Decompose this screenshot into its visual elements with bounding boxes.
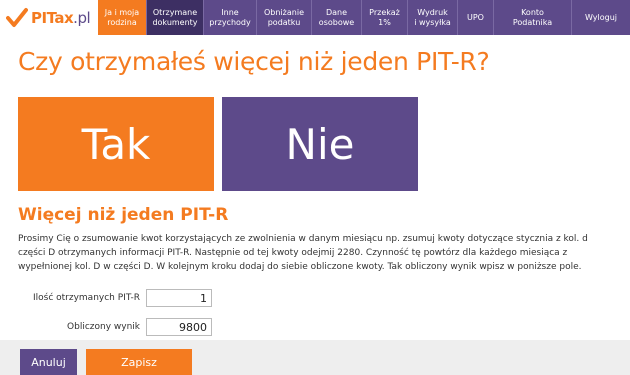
yes-button[interactable]: Tak <box>18 97 214 191</box>
main-content: Czy otrzymałeś więcej niż jeden PIT-R? T… <box>0 35 630 340</box>
footer-bar: Anuluj Zapisz <box>0 340 630 375</box>
brand-name: PITax.pl <box>31 8 91 27</box>
count-label: Ilość otrzymanych PIT-R <box>32 293 140 303</box>
brand-name-main: PITax <box>31 8 74 27</box>
nav-inne-przychody[interactable]: Inne przychody <box>203 0 256 35</box>
nav-konto-podatnika[interactable]: Konto Podatnika <box>493 0 571 35</box>
result-row: Obliczony wynik <box>0 317 212 337</box>
result-input[interactable] <box>146 318 212 336</box>
top-navigation: PITax.pl Ja i moja rodzina Otrzymane dok… <box>0 0 630 35</box>
checkmark-logo-icon <box>6 7 28 29</box>
result-label: Obliczony wynik <box>67 322 140 332</box>
nav-dane-osobowe[interactable]: Dane osobowe <box>311 0 361 35</box>
nav-ja-i-moja-rodzina[interactable]: Ja i moja rodzina <box>98 0 146 35</box>
nav-upo[interactable]: UPO <box>457 0 493 35</box>
page-question: Czy otrzymałeś więcej niż jeden PIT-R? <box>18 47 490 76</box>
cancel-button[interactable]: Anuluj <box>20 349 77 375</box>
nav-obnizanie-podatku[interactable]: Obniżanie podatku <box>256 0 311 35</box>
section-title: Więcej niż jeden PIT-R <box>18 205 229 225</box>
count-row: Ilość otrzymanych PIT-R <box>0 288 212 308</box>
no-button[interactable]: Nie <box>222 97 418 191</box>
save-button[interactable]: Zapisz <box>86 349 192 375</box>
nav-otrzymane-dokumenty[interactable]: Otrzymane dokumenty <box>146 0 203 35</box>
nav-wydruk-i-wysylka[interactable]: Wydruk i wysyłka <box>407 0 457 35</box>
count-input[interactable] <box>146 289 212 307</box>
section-description: Prosimy Cię o zsumowanie kwot korzystają… <box>18 234 588 272</box>
nav-wyloguj[interactable]: Wyloguj <box>571 0 630 35</box>
nav-przekaz-1-procent[interactable]: Przekaż 1% <box>361 0 407 35</box>
pitax-logo[interactable]: PITax.pl <box>0 0 98 35</box>
brand-name-suffix: .pl <box>73 8 91 27</box>
